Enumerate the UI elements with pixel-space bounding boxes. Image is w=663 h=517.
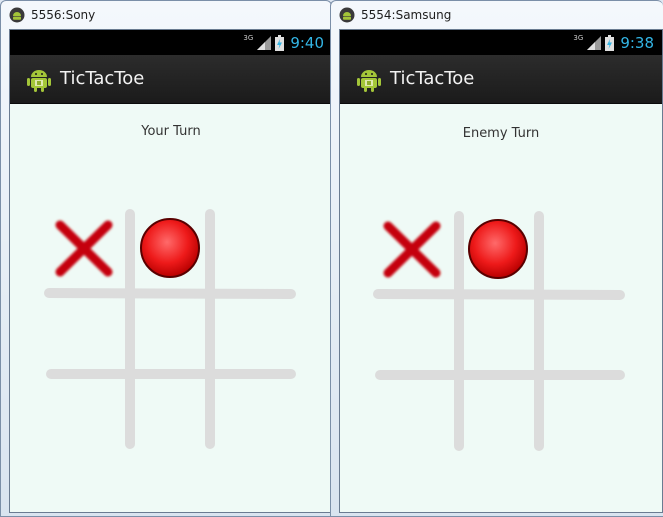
app-title: TicTacToe bbox=[390, 68, 475, 89]
signal-bars-icon bbox=[257, 36, 272, 50]
charging-battery-icon bbox=[275, 35, 285, 51]
grid-line-horizontal-1 bbox=[373, 289, 625, 300]
board-cell-6[interactable] bbox=[544, 300, 620, 370]
board-cell-3[interactable] bbox=[544, 211, 620, 291]
android-robot-icon bbox=[27, 70, 51, 92]
charging-battery-icon bbox=[605, 35, 615, 51]
board-cell-5[interactable] bbox=[135, 299, 207, 369]
app-title: TicTacToe bbox=[60, 68, 145, 89]
status-clock: 9:38 bbox=[620, 34, 654, 52]
action-bar: TicTacToe bbox=[10, 55, 332, 104]
board-cell-4[interactable] bbox=[50, 299, 126, 369]
android-emulator-icon bbox=[339, 7, 355, 23]
window-titlebar[interactable]: 5554:Samsung bbox=[331, 1, 663, 29]
action-bar: TicTacToe bbox=[340, 55, 662, 104]
status-bar: 3G 9:38 bbox=[340, 30, 662, 55]
network-type: 3G bbox=[573, 34, 584, 42]
device-screen: 3G 9:40 TicTacToe Your Turn bbox=[9, 29, 333, 513]
game-content: Enemy Turn bbox=[340, 104, 662, 512]
board-cell-7[interactable] bbox=[380, 380, 454, 450]
window-titlebar[interactable]: 5556:Sony bbox=[1, 1, 331, 29]
tictactoe-board bbox=[373, 211, 625, 451]
window-title: 5556:Sony bbox=[31, 8, 96, 22]
device-screen: 3G 9:38 TicTacToe Enemy Turn bbox=[339, 29, 663, 513]
emulator-window-samsung: 5554:Samsung 3G 9:38 TicTacToe Enemy Tur… bbox=[330, 0, 663, 517]
board-cell-4[interactable] bbox=[380, 300, 454, 370]
board-cell-9[interactable] bbox=[544, 380, 620, 450]
board-cell-8[interactable] bbox=[135, 379, 207, 449]
board-cell-7[interactable] bbox=[50, 379, 126, 449]
grid-line-horizontal-1 bbox=[44, 288, 296, 299]
signal-bars-icon bbox=[587, 36, 602, 50]
board-cell-3[interactable] bbox=[215, 209, 291, 289]
android-robot-icon bbox=[357, 70, 381, 92]
emulator-window-sony: 5556:Sony 3G 9:40 TicTacToe Your Turn bbox=[0, 0, 333, 517]
board-cell-6[interactable] bbox=[215, 299, 291, 369]
o-mark bbox=[140, 218, 200, 278]
game-content: Your Turn bbox=[10, 104, 332, 512]
board-cell-5[interactable] bbox=[464, 300, 536, 370]
o-mark bbox=[468, 219, 528, 279]
android-emulator-icon bbox=[9, 7, 25, 23]
network-type: 3G bbox=[243, 34, 254, 42]
tictactoe-board bbox=[44, 209, 296, 449]
status-clock: 9:40 bbox=[290, 34, 324, 52]
window-title: 5554:Samsung bbox=[361, 8, 452, 22]
board-cell-9[interactable] bbox=[215, 379, 291, 449]
board-cell-8[interactable] bbox=[464, 380, 536, 450]
status-bar: 3G 9:40 bbox=[10, 30, 332, 55]
